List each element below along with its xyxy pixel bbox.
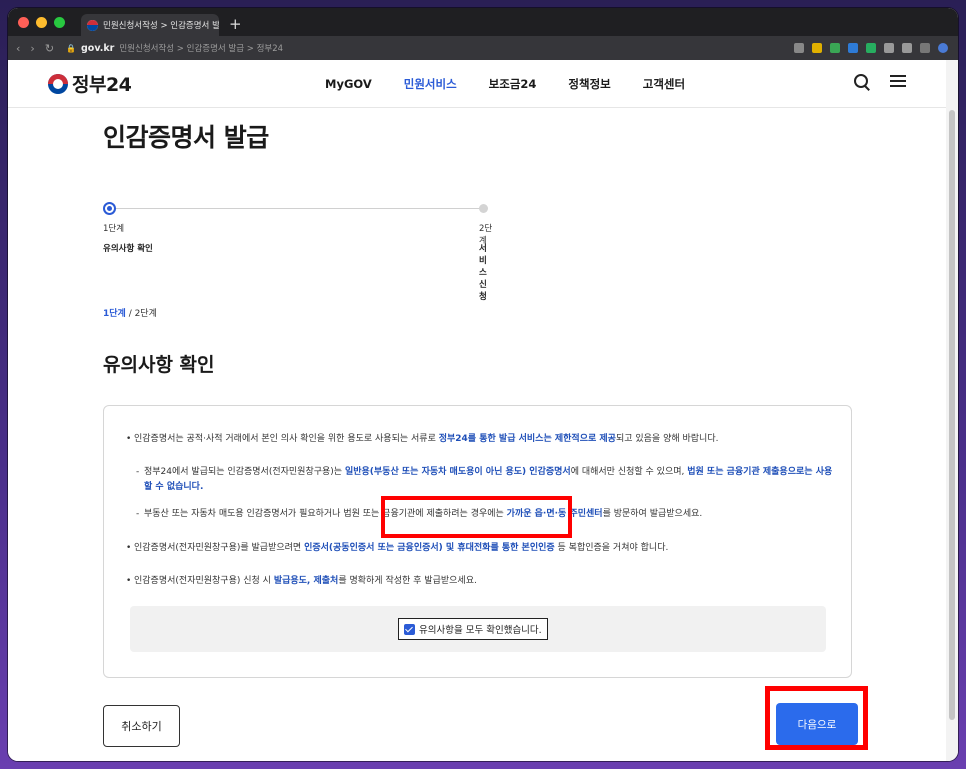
lock-icon: 🔒	[66, 43, 76, 53]
nav-item-support[interactable]: 고객센터	[643, 76, 685, 92]
step-line	[111, 208, 483, 209]
site-header: 정부24 MyGOV 민원서비스 보조금24 정책정보 고객센터	[8, 60, 946, 108]
favicon-icon	[87, 19, 98, 31]
section-title: 유의사항 확인	[103, 354, 215, 376]
breadcrumb-current: 1단계	[103, 309, 126, 319]
breadcrumb-rest: / 2단계	[125, 309, 157, 319]
step-1-dot	[103, 202, 116, 215]
extension-icon[interactable]	[902, 43, 912, 53]
extension-icon[interactable]	[794, 43, 804, 53]
confirm-checkbox[interactable]	[404, 623, 415, 635]
page-title: 인감증명서 발급	[103, 123, 269, 152]
profile-icon[interactable]	[938, 43, 948, 53]
nav-controls: ‹ › ↻	[16, 42, 54, 55]
nav-item-subsidy[interactable]: 보조금24	[489, 76, 537, 92]
extension-icon[interactable]	[920, 43, 930, 53]
browser-window: 민원신청서작성 > 인감증명서 발급 × + ‹ › ↻ 🔒 gov.kr 민원…	[8, 8, 958, 761]
nav-item-civil-service[interactable]: 민원서비스	[404, 76, 457, 92]
confirm-text: 유의사항을 모두 확인했습니다.	[419, 625, 542, 636]
notice-item: 인감증명서(전자민원창구용) 신청 시 발급용도, 제출처를 명확하게 작성한 …	[126, 574, 477, 589]
forward-icon[interactable]: ›	[30, 42, 34, 55]
new-tab-button[interactable]: +	[229, 15, 242, 33]
tab-bar: 민원신청서작성 > 인감증명서 발급 × +	[8, 8, 958, 36]
step-2-name: 서비스 신청	[479, 244, 487, 302]
step-1-name: 유의사항 확인	[103, 244, 153, 254]
highlight-box-checkbox	[381, 496, 572, 538]
notice-box: 인감증명서는 공적·사적 거래에서 본인 의사 확인을 위한 용도로 사용되는 …	[103, 405, 852, 678]
extension-icon[interactable]	[812, 43, 822, 53]
minimize-window-button[interactable]	[36, 16, 47, 28]
confirm-bar: 유의사항을 모두 확인했습니다.	[130, 606, 826, 652]
step-1-number: 1단계	[103, 224, 125, 234]
step-breadcrumb: 1단계 / 2단계	[103, 306, 157, 319]
notice-item: 인감증명서(전자민원창구용)를 발급받으려면 인증서(공동인증서 또는 금융인증…	[126, 541, 668, 556]
extension-icon[interactable]	[848, 43, 858, 53]
header-tools	[854, 74, 906, 90]
url-domain: gov.kr	[81, 42, 115, 54]
nav-item-mygov[interactable]: MyGOV	[325, 77, 372, 91]
close-window-button[interactable]	[18, 16, 29, 28]
cancel-button[interactable]: 취소하기	[103, 705, 180, 747]
step-indicator: 1단계 유의사항 확인 2단계 서비스 신청	[103, 202, 493, 302]
page-scrollbar[interactable]	[946, 60, 958, 761]
notice-sub-item: 정부24에서 발급되는 인감증명서(전자민원창구용)는 일반용(부동산 또는 자…	[126, 465, 834, 495]
browser-tab[interactable]: 민원신청서작성 > 인감증명서 발급 ×	[81, 14, 219, 36]
nav-item-policy[interactable]: 정책정보	[568, 76, 610, 92]
tab-title: 민원신청서작성 > 인감증명서 발급	[103, 21, 219, 31]
url-field[interactable]: 🔒 gov.kr 민원신청서작성 > 인감증명서 발급 > 정부24	[66, 42, 284, 55]
taegeuk-logo-icon	[48, 73, 68, 94]
search-icon[interactable]	[854, 74, 870, 90]
zoom-window-button[interactable]	[54, 16, 65, 28]
step-2-dot	[479, 204, 488, 213]
extension-icon[interactable]	[884, 43, 894, 53]
highlight-box-next	[765, 686, 868, 750]
logo-text: 정부24	[72, 74, 132, 96]
extension-icons	[794, 43, 948, 53]
confirm-checkbox-label[interactable]: 유의사항을 모두 확인했습니다.	[398, 618, 548, 640]
main-nav: MyGOV 민원서비스 보조금24 정책정보 고객센터	[325, 60, 717, 108]
extension-icon[interactable]	[830, 43, 840, 53]
window-controls	[18, 16, 65, 28]
extension-icon[interactable]	[866, 43, 876, 53]
page-content: 인감증명서 발급 1단계 유의사항 확인 2단계 서비스 신청 1단계 / 2단…	[8, 108, 946, 761]
site-logo[interactable]: 정부24	[48, 70, 132, 97]
reload-icon[interactable]: ↻	[45, 42, 54, 55]
scroll-thumb[interactable]	[949, 110, 955, 720]
url-path: 민원신청서작성 > 인감증명서 발급 > 정부24	[119, 44, 284, 54]
back-icon[interactable]: ‹	[16, 42, 20, 55]
address-bar: ‹ › ↻ 🔒 gov.kr 민원신청서작성 > 인감증명서 발급 > 정부24	[8, 36, 958, 60]
menu-icon[interactable]	[890, 74, 906, 88]
notice-item: 인감증명서는 공적·사적 거래에서 본인 의사 확인을 위한 용도로 사용되는 …	[126, 432, 718, 447]
